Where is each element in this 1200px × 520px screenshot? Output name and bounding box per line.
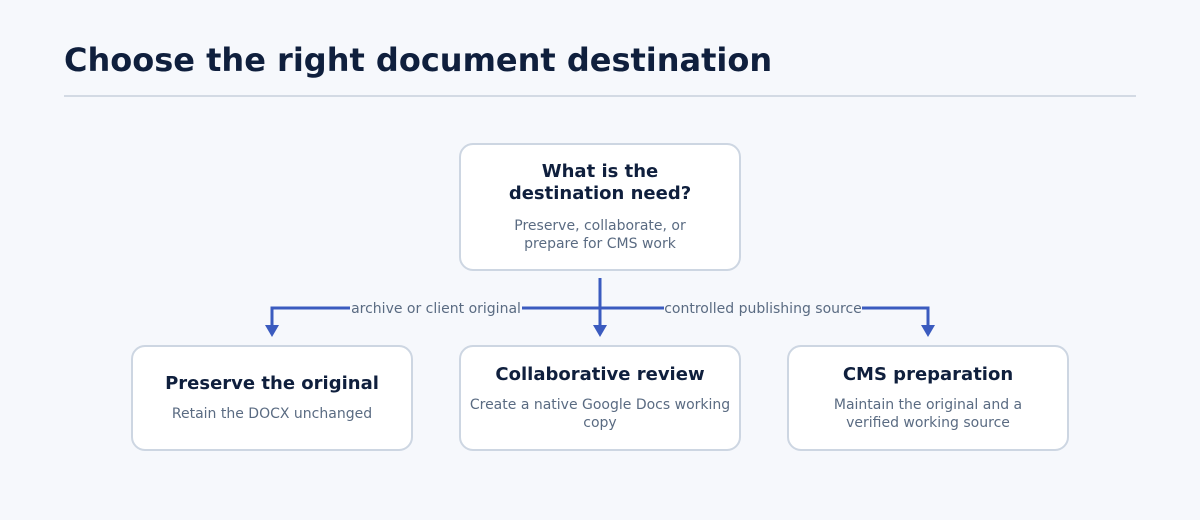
arrowhead-left-icon — [265, 325, 279, 337]
outcome-node-preserve: Preserve the original Retain the DOCX un… — [131, 345, 413, 451]
edge-label-right: controlled publishing source — [664, 301, 862, 317]
decision-node-title: What is the destination need? — [508, 161, 692, 204]
outcome-node-collaborate: Collaborative review Create a native Goo… — [459, 345, 741, 451]
outcome-node-title: Preserve the original — [165, 373, 379, 394]
arrowhead-center-icon — [593, 325, 607, 337]
edge-label-left: archive or client original — [351, 301, 521, 317]
outcome-node-description: Create a native Google Docs working copy — [469, 397, 731, 431]
arrowhead-right-icon — [921, 325, 935, 337]
outcome-node-cms: CMS preparation Maintain the original an… — [787, 345, 1069, 451]
outcome-node-description: Maintain the original and a verified wor… — [833, 397, 1023, 431]
decision-node-description: Preserve, collaborate, or prepare for CM… — [514, 218, 686, 252]
outcome-node-description: Retain the DOCX unchanged — [171, 406, 373, 422]
outcome-node-title: Collaborative review — [495, 364, 705, 385]
decision-node-root: What is the destination need? Preserve, … — [459, 143, 741, 271]
outcome-node-title: CMS preparation — [842, 364, 1014, 385]
